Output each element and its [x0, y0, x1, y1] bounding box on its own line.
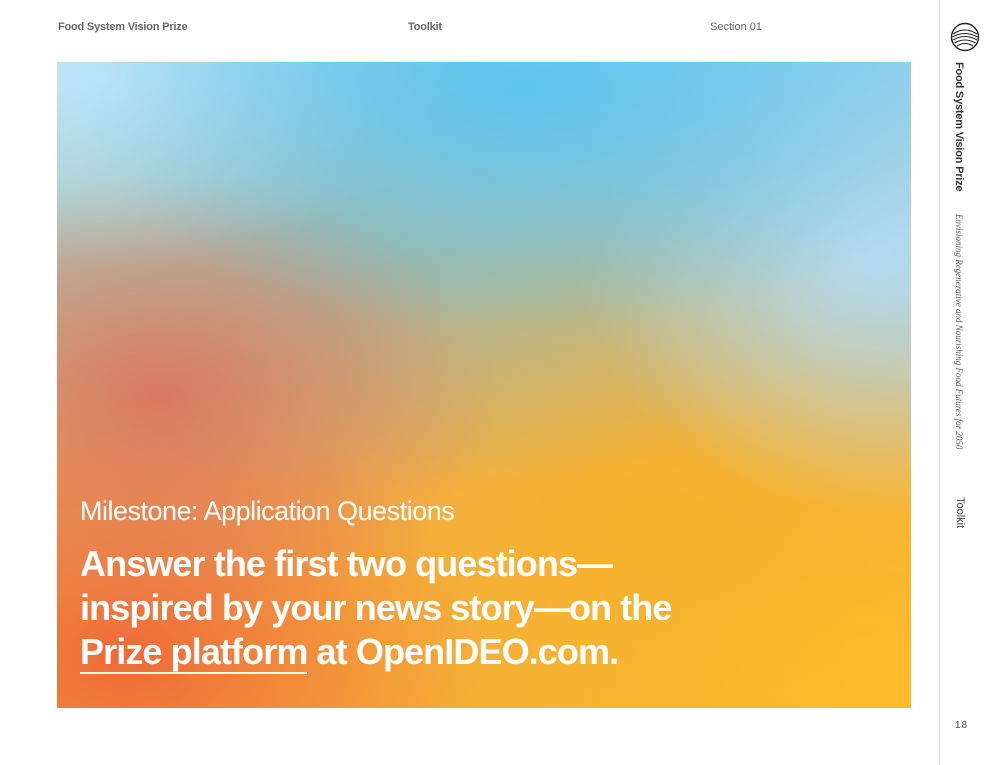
- globe-stripes-icon: [950, 22, 980, 52]
- hero-title-line-2: inspired by your news story—on the: [80, 587, 672, 628]
- sidebar-divider: [939, 0, 940, 765]
- hero-title-line-3-rest: at OpenIDEO.com.: [307, 631, 620, 672]
- header-toolkit-label: Toolkit: [408, 21, 442, 33]
- prize-platform-link[interactable]: Prize platform: [80, 631, 308, 674]
- hero-title-line-1: Answer the first two questions—: [80, 543, 613, 584]
- header-section-label: Section 01: [710, 21, 762, 33]
- hero-gradient-panel: Milestone: Application Questions Answer …: [57, 62, 911, 708]
- sidebar-title: Food System Vision Prize: [953, 62, 965, 192]
- hero-subtitle: Milestone: Application Questions: [80, 496, 455, 526]
- sidebar-section-label: Toolkit: [954, 497, 966, 529]
- header-prize-name: Food System Vision Prize: [58, 21, 188, 33]
- hero-title: Answer the first two questions— inspired…: [80, 542, 780, 674]
- sidebar-tagline: Envisioning Regenerative and Nourishing …: [954, 214, 964, 450]
- page-number: 18: [955, 720, 969, 731]
- hero-title-line-3: Prize platform at OpenIDEO.com.: [80, 630, 780, 674]
